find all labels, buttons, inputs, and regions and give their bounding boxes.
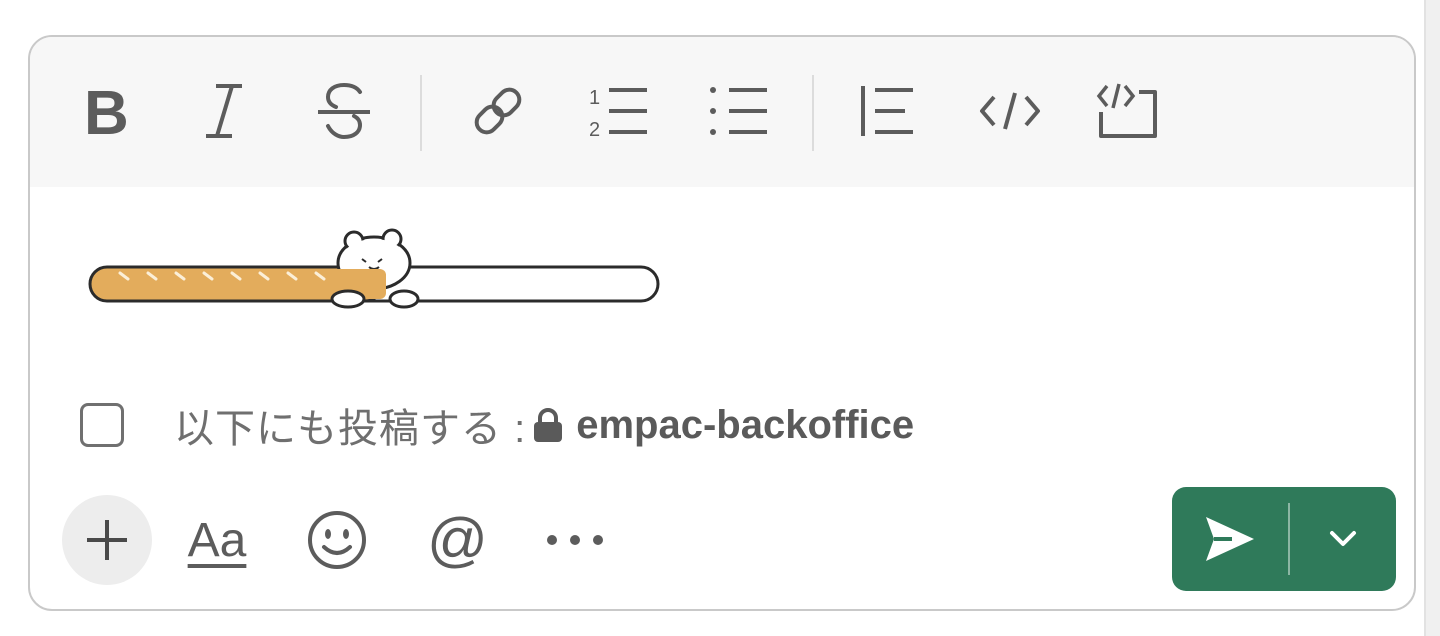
also-post-checkbox[interactable] [80, 403, 124, 447]
send-button[interactable] [1172, 487, 1288, 591]
link-button[interactable] [462, 75, 534, 147]
at-sign-icon: @ [427, 508, 488, 572]
ellipsis-icon [547, 535, 603, 545]
attach-button[interactable] [62, 495, 152, 585]
code-block-icon [1096, 83, 1157, 138]
paper-plane-icon [1206, 517, 1254, 561]
bold-button[interactable]: B [70, 75, 142, 147]
toolbar-divider [812, 75, 814, 151]
svg-text:2: 2 [589, 119, 600, 140]
link-icon [474, 87, 522, 135]
bold-icon: B [84, 82, 129, 140]
mention-button[interactable]: @ [412, 495, 502, 585]
bulleted-list-icon [710, 87, 767, 135]
bread-bear-sticker [86, 223, 666, 309]
smiley-icon [308, 511, 366, 569]
formatting-toggle-button[interactable]: Aa [172, 495, 262, 585]
strikethrough-button[interactable] [308, 75, 380, 147]
code-button[interactable] [974, 75, 1046, 147]
blockquote-icon [861, 86, 913, 136]
svg-text:1: 1 [589, 87, 600, 109]
ordered-list-icon: 1 2 [589, 87, 647, 140]
channel-name[interactable]: empac-backoffice [576, 403, 914, 448]
chevron-down-icon [1330, 531, 1356, 546]
also-post-to-channel: 以下にも投稿する : empac-backoffice [80, 397, 914, 453]
italic-icon [206, 84, 242, 138]
lock-icon [532, 407, 564, 443]
plus-icon [87, 520, 127, 560]
also-post-label: 以下にも投稿する : [174, 407, 527, 451]
message-composer: B 1 2 以下にも投稿する: empac-backoffice Aa @ [28, 35, 1416, 611]
format-text-icon: Aa [187, 513, 247, 567]
blockquote-button[interactable] [852, 75, 924, 147]
send-button-group [1172, 487, 1396, 591]
toolbar-divider [420, 75, 422, 151]
ordered-list-button[interactable]: 1 2 [582, 75, 654, 147]
code-icon [980, 92, 1040, 130]
schedule-send-dropdown[interactable] [1290, 487, 1396, 591]
formatting-toolbar: B 1 2 [30, 37, 1414, 187]
emoji-button[interactable] [292, 495, 382, 585]
bulleted-list-button[interactable] [702, 75, 774, 147]
italic-button[interactable] [188, 75, 260, 147]
strikethrough-icon [318, 82, 370, 140]
svg-text:B: B [84, 82, 129, 140]
more-actions-button[interactable] [530, 495, 620, 585]
svg-text:@: @ [427, 508, 488, 572]
code-block-button[interactable] [1092, 75, 1164, 147]
window-edge [1424, 0, 1440, 636]
